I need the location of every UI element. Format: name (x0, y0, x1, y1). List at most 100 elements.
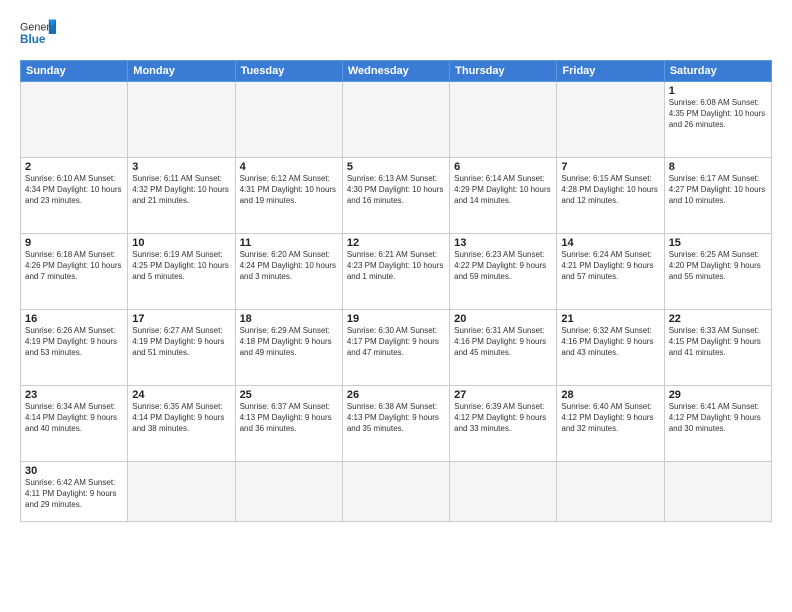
day-info: Sunrise: 6:26 AM Sunset: 4:19 PM Dayligh… (25, 326, 123, 358)
day-number: 4 (240, 161, 338, 173)
day-number: 19 (347, 313, 445, 325)
calendar-cell: 6Sunrise: 6:14 AM Sunset: 4:29 PM Daylig… (450, 158, 557, 234)
day-info: Sunrise: 6:23 AM Sunset: 4:22 PM Dayligh… (454, 250, 552, 282)
calendar-cell: 24Sunrise: 6:35 AM Sunset: 4:14 PM Dayli… (128, 386, 235, 462)
day-info: Sunrise: 6:25 AM Sunset: 4:20 PM Dayligh… (669, 250, 767, 282)
day-number: 2 (25, 161, 123, 173)
calendar-cell (21, 82, 128, 158)
calendar-cell: 7Sunrise: 6:15 AM Sunset: 4:28 PM Daylig… (557, 158, 664, 234)
day-info: Sunrise: 6:42 AM Sunset: 4:11 PM Dayligh… (25, 478, 123, 510)
day-info: Sunrise: 6:11 AM Sunset: 4:32 PM Dayligh… (132, 174, 230, 206)
day-info: Sunrise: 6:13 AM Sunset: 4:30 PM Dayligh… (347, 174, 445, 206)
week-row-3: 9Sunrise: 6:18 AM Sunset: 4:26 PM Daylig… (21, 234, 772, 310)
day-number: 24 (132, 389, 230, 401)
day-info: Sunrise: 6:33 AM Sunset: 4:15 PM Dayligh… (669, 326, 767, 358)
logo: General Blue (20, 16, 56, 52)
weekday-header-monday: Monday (128, 61, 235, 82)
calendar-cell: 29Sunrise: 6:41 AM Sunset: 4:12 PM Dayli… (664, 386, 771, 462)
day-number: 17 (132, 313, 230, 325)
day-info: Sunrise: 6:29 AM Sunset: 4:18 PM Dayligh… (240, 326, 338, 358)
calendar-cell: 8Sunrise: 6:17 AM Sunset: 4:27 PM Daylig… (664, 158, 771, 234)
calendar-cell (235, 82, 342, 158)
day-info: Sunrise: 6:39 AM Sunset: 4:12 PM Dayligh… (454, 402, 552, 434)
day-info: Sunrise: 6:40 AM Sunset: 4:12 PM Dayligh… (561, 402, 659, 434)
weekday-header-wednesday: Wednesday (342, 61, 449, 82)
calendar-cell (342, 462, 449, 522)
calendar-cell: 23Sunrise: 6:34 AM Sunset: 4:14 PM Dayli… (21, 386, 128, 462)
calendar-cell: 25Sunrise: 6:37 AM Sunset: 4:13 PM Dayli… (235, 386, 342, 462)
weekday-header-friday: Friday (557, 61, 664, 82)
day-number: 23 (25, 389, 123, 401)
svg-text:Blue: Blue (20, 33, 46, 46)
calendar-cell: 3Sunrise: 6:11 AM Sunset: 4:32 PM Daylig… (128, 158, 235, 234)
day-number: 12 (347, 237, 445, 249)
weekday-header-sunday: Sunday (21, 61, 128, 82)
day-info: Sunrise: 6:30 AM Sunset: 4:17 PM Dayligh… (347, 326, 445, 358)
calendar-cell: 1Sunrise: 6:08 AM Sunset: 4:35 PM Daylig… (664, 82, 771, 158)
day-number: 15 (669, 237, 767, 249)
day-number: 13 (454, 237, 552, 249)
day-number: 28 (561, 389, 659, 401)
calendar-cell: 13Sunrise: 6:23 AM Sunset: 4:22 PM Dayli… (450, 234, 557, 310)
day-number: 29 (669, 389, 767, 401)
calendar-cell (450, 82, 557, 158)
day-number: 18 (240, 313, 338, 325)
calendar-cell: 4Sunrise: 6:12 AM Sunset: 4:31 PM Daylig… (235, 158, 342, 234)
calendar-cell: 2Sunrise: 6:10 AM Sunset: 4:34 PM Daylig… (21, 158, 128, 234)
day-info: Sunrise: 6:19 AM Sunset: 4:25 PM Dayligh… (132, 250, 230, 282)
day-number: 5 (347, 161, 445, 173)
calendar-cell (450, 462, 557, 522)
day-info: Sunrise: 6:24 AM Sunset: 4:21 PM Dayligh… (561, 250, 659, 282)
day-info: Sunrise: 6:15 AM Sunset: 4:28 PM Dayligh… (561, 174, 659, 206)
day-number: 27 (454, 389, 552, 401)
day-info: Sunrise: 6:41 AM Sunset: 4:12 PM Dayligh… (669, 402, 767, 434)
calendar-cell: 12Sunrise: 6:21 AM Sunset: 4:23 PM Dayli… (342, 234, 449, 310)
day-info: Sunrise: 6:14 AM Sunset: 4:29 PM Dayligh… (454, 174, 552, 206)
calendar-cell: 17Sunrise: 6:27 AM Sunset: 4:19 PM Dayli… (128, 310, 235, 386)
day-info: Sunrise: 6:34 AM Sunset: 4:14 PM Dayligh… (25, 402, 123, 434)
day-info: Sunrise: 6:38 AM Sunset: 4:13 PM Dayligh… (347, 402, 445, 434)
day-number: 9 (25, 237, 123, 249)
day-number: 22 (669, 313, 767, 325)
day-info: Sunrise: 6:12 AM Sunset: 4:31 PM Dayligh… (240, 174, 338, 206)
calendar-cell: 11Sunrise: 6:20 AM Sunset: 4:24 PM Dayli… (235, 234, 342, 310)
calendar-cell: 16Sunrise: 6:26 AM Sunset: 4:19 PM Dayli… (21, 310, 128, 386)
day-info: Sunrise: 6:35 AM Sunset: 4:14 PM Dayligh… (132, 402, 230, 434)
day-number: 16 (25, 313, 123, 325)
calendar-cell: 14Sunrise: 6:24 AM Sunset: 4:21 PM Dayli… (557, 234, 664, 310)
day-info: Sunrise: 6:20 AM Sunset: 4:24 PM Dayligh… (240, 250, 338, 282)
calendar-table: SundayMondayTuesdayWednesdayThursdayFrid… (20, 60, 772, 522)
calendar-cell: 18Sunrise: 6:29 AM Sunset: 4:18 PM Dayli… (235, 310, 342, 386)
day-info: Sunrise: 6:27 AM Sunset: 4:19 PM Dayligh… (132, 326, 230, 358)
day-info: Sunrise: 6:21 AM Sunset: 4:23 PM Dayligh… (347, 250, 445, 282)
day-number: 26 (347, 389, 445, 401)
day-number: 30 (25, 465, 123, 477)
week-row-2: 2Sunrise: 6:10 AM Sunset: 4:34 PM Daylig… (21, 158, 772, 234)
calendar-cell: 20Sunrise: 6:31 AM Sunset: 4:16 PM Dayli… (450, 310, 557, 386)
calendar-cell: 19Sunrise: 6:30 AM Sunset: 4:17 PM Dayli… (342, 310, 449, 386)
calendar-page: General Blue SundayMondayTuesdayWednesda… (0, 0, 792, 612)
day-number: 14 (561, 237, 659, 249)
day-number: 8 (669, 161, 767, 173)
weekday-header-row: SundayMondayTuesdayWednesdayThursdayFrid… (21, 61, 772, 82)
weekday-header-thursday: Thursday (450, 61, 557, 82)
calendar-cell: 22Sunrise: 6:33 AM Sunset: 4:15 PM Dayli… (664, 310, 771, 386)
day-info: Sunrise: 6:08 AM Sunset: 4:35 PM Dayligh… (669, 98, 767, 130)
calendar-cell: 5Sunrise: 6:13 AM Sunset: 4:30 PM Daylig… (342, 158, 449, 234)
calendar-cell (557, 82, 664, 158)
calendar-cell: 15Sunrise: 6:25 AM Sunset: 4:20 PM Dayli… (664, 234, 771, 310)
day-number: 20 (454, 313, 552, 325)
calendar-cell: 10Sunrise: 6:19 AM Sunset: 4:25 PM Dayli… (128, 234, 235, 310)
day-info: Sunrise: 6:10 AM Sunset: 4:34 PM Dayligh… (25, 174, 123, 206)
day-info: Sunrise: 6:17 AM Sunset: 4:27 PM Dayligh… (669, 174, 767, 206)
calendar-cell (128, 82, 235, 158)
calendar-cell: 27Sunrise: 6:39 AM Sunset: 4:12 PM Dayli… (450, 386, 557, 462)
weekday-header-saturday: Saturday (664, 61, 771, 82)
header: General Blue (20, 16, 772, 52)
day-info: Sunrise: 6:31 AM Sunset: 4:16 PM Dayligh… (454, 326, 552, 358)
weekday-header-tuesday: Tuesday (235, 61, 342, 82)
day-number: 25 (240, 389, 338, 401)
calendar-cell (128, 462, 235, 522)
day-number: 11 (240, 237, 338, 249)
day-info: Sunrise: 6:32 AM Sunset: 4:16 PM Dayligh… (561, 326, 659, 358)
